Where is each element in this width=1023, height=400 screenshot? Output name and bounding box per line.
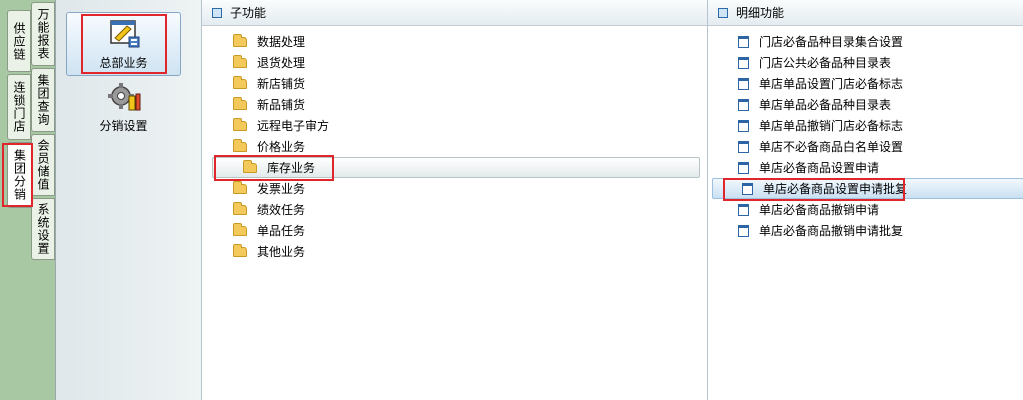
subfunction-label: 数据处理 [257,35,306,49]
subfunction-label: 其他业务 [257,245,306,259]
tab-member-stored-value[interactable]: 会员储值 [31,134,55,196]
subfunction-item[interactable]: 价格业务 [202,136,708,157]
subfunction-label: 远程电子审方 [257,119,330,133]
document-icon [738,56,749,69]
detail-label: 单店不必备商品白名单设置 [759,140,904,154]
subfunction-item[interactable]: 单品任务 [202,220,708,241]
document-icon [738,35,749,48]
subfunction-label: 库存业务 [267,161,316,175]
subfunction-label: 发票业务 [257,182,306,196]
distribution-settings-button[interactable]: 分销设置 [66,76,181,140]
detail-item[interactable]: 单店单品撤销门店必备标志 [708,115,1023,136]
document-icon [738,140,749,153]
subfunction-item[interactable]: 新品铺货 [202,94,708,115]
document-icon [738,77,749,90]
tab-label: 万能报表 [36,8,50,60]
detail-item-selected[interactable]: 单店必备商品设置申请批复 [712,178,1023,199]
document-icon [738,203,749,216]
subfunction-item[interactable]: 其他业务 [202,241,708,262]
detail-item[interactable]: 单店不必备商品白名单设置 [708,136,1023,157]
panel-header-icon [212,7,222,18]
subfunction-item[interactable]: 发票业务 [202,178,708,199]
subfunction-label: 单品任务 [257,224,306,238]
tab-label: 连锁门店 [12,81,26,133]
tab-supply-chain[interactable]: 供应链 [7,10,31,72]
subfunction-header: 子功能 [202,0,708,26]
detail-label: 单店单品设置门店必备标志 [759,77,904,91]
detail-label: 单店必备商品设置申请批复 [763,182,908,196]
headquarters-icon [109,20,139,48]
folder-icon [233,33,247,47]
tool-panel: 总部业务 分销设置 [55,0,201,400]
detail-panel: 明细功能 门店必备品种目录集合设置 门店公共必备品种目录表 单店单品设置门店必备… [707,0,1023,400]
subfunction-label: 价格业务 [257,140,306,154]
detail-list: 门店必备品种目录集合设置 门店公共必备品种目录表 单店单品设置门店必备标志 单店… [708,31,1023,241]
tab-group-distribution[interactable]: 集团分销 [7,142,31,208]
detail-label: 单店单品撤销门店必备标志 [759,119,904,133]
detail-item[interactable]: 门店公共必备品种目录表 [708,52,1023,73]
tool-label: 总部业务 [99,56,148,70]
folder-icon [233,243,247,257]
tab-system-settings[interactable]: 系统设置 [31,198,55,260]
folder-open-icon [243,159,257,173]
subfunction-item[interactable]: 绩效任务 [202,199,708,220]
subfunction-label: 退货处理 [257,56,306,70]
folder-icon [233,54,247,68]
detail-item[interactable]: 门店必备品种目录集合设置 [708,31,1023,52]
tab-chain-stores[interactable]: 连锁门店 [7,74,31,140]
folder-icon [233,96,247,110]
subfunction-item[interactable]: 数据处理 [202,31,708,52]
tab-label: 供应链 [12,21,26,61]
tool-label: 分销设置 [99,119,148,133]
detail-header: 明细功能 [708,0,1023,26]
detail-label: 单店必备商品撤销申请批复 [759,224,904,238]
subfunction-item[interactable]: 新店铺货 [202,73,708,94]
panel-header-icon [718,7,728,18]
tab-label: 系统设置 [36,203,50,255]
subfunction-list: 数据处理 退货处理 新店铺货 新品铺货 远程电子审方 价格业务 库存业务 发票业… [202,31,708,262]
detail-title: 明细功能 [736,6,785,20]
subfunction-panel: 子功能 数据处理 退货处理 新店铺货 新品铺货 远程电子审方 价格业务 库存业务… [201,0,708,400]
subfunction-label: 新店铺货 [257,77,306,91]
subfunction-title: 子功能 [230,6,267,20]
document-icon [738,161,749,174]
document-icon [742,182,753,195]
detail-label: 单店必备商品撤销申请 [759,203,880,217]
tab-group-query[interactable]: 集团查询 [31,68,55,132]
module-tab-strip: 供应链 连锁门店 集团分销 万能报表 集团查询 会员储值 系统设置 [0,0,60,400]
folder-icon [233,75,247,89]
subfunction-item-selected[interactable]: 库存业务 [212,157,700,178]
detail-label: 门店必备品种目录集合设置 [759,35,904,49]
detail-item[interactable]: 单店单品必备品种目录表 [708,94,1023,115]
gear-settings-icon [107,83,140,111]
detail-item[interactable]: 单店单品设置门店必备标志 [708,73,1023,94]
folder-icon [233,201,247,215]
folder-icon [233,117,247,131]
document-icon [738,119,749,132]
headquarters-business-button[interactable]: 总部业务 [66,12,181,76]
detail-item[interactable]: 单店必备商品撤销申请 [708,199,1023,220]
detail-label: 门店公共必备品种目录表 [759,56,892,70]
subfunction-item[interactable]: 退货处理 [202,52,708,73]
document-icon [738,224,749,237]
detail-label: 单店必备商品设置申请 [759,161,880,175]
folder-icon [233,180,247,194]
subfunction-item[interactable]: 远程电子审方 [202,115,708,136]
tab-label: 会员储值 [36,139,50,191]
document-icon [738,98,749,111]
tab-label: 集团查询 [36,74,50,126]
detail-label: 单店单品必备品种目录表 [759,98,892,112]
detail-item[interactable]: 单店必备商品设置申请 [708,157,1023,178]
detail-item[interactable]: 单店必备商品撤销申请批复 [708,220,1023,241]
tab-label: 集团分销 [12,149,27,201]
folder-icon [233,138,247,152]
subfunction-label: 绩效任务 [257,203,306,217]
subfunction-label: 新品铺货 [257,98,306,112]
folder-icon [233,222,247,236]
tab-universal-reports[interactable]: 万能报表 [31,2,55,66]
